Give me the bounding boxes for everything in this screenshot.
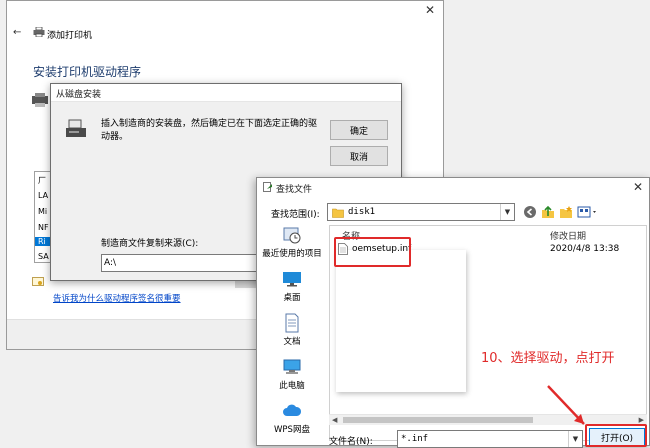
ok-button[interactable]: 确定: [330, 120, 388, 140]
dialog-title: 查找文件: [276, 185, 313, 195]
place-label: 桌面: [283, 293, 301, 303]
column-header-date[interactable]: 修改日期: [550, 229, 586, 242]
place-recent[interactable]: 最近使用的项目: [259, 225, 325, 259]
file-date: 2020/4/8 13:38: [550, 244, 620, 254]
find-file-dialog: 查找文件 ✕ 查找范围(I): disk1 ▼ 最近使用的项目 桌面 文档 此电…: [256, 177, 650, 448]
file-list[interactable]: 名称 修改日期 oemsetup.inf 2020/4/8 13:38: [329, 225, 647, 441]
cloud-icon: [283, 404, 302, 416]
close-icon[interactable]: ✕: [425, 3, 435, 17]
file-name-label: 文件名(N):: [329, 437, 373, 447]
dialog-message: 插入制造商的安装盘，然后确定已在下面选定正确的驱动器。: [101, 119, 318, 142]
new-folder-icon[interactable]: [559, 205, 573, 219]
cancel-button[interactable]: 取消: [330, 146, 388, 166]
printer-icon: [33, 27, 45, 37]
documents-icon: [285, 313, 299, 333]
file-name-value: *.inf: [401, 434, 429, 444]
scrollbar-thumb[interactable]: [343, 417, 533, 423]
certificate-icon: [32, 277, 44, 286]
highlight-box: [334, 237, 411, 267]
close-icon[interactable]: ✕: [633, 180, 643, 194]
place-documents[interactable]: 文档: [259, 313, 325, 347]
copy-from-label: 制造商文件复制来源(C):: [101, 239, 199, 249]
look-in-select[interactable]: disk1 ▼: [327, 203, 515, 221]
up-folder-icon[interactable]: [541, 205, 555, 219]
button-edge: [235, 280, 257, 288]
list-item[interactable]: Mi: [38, 207, 47, 216]
printer-driver-icon: [32, 93, 48, 107]
list-item[interactable]: NF: [38, 223, 49, 232]
place-wps-cloud[interactable]: WPS网盘: [259, 401, 325, 435]
highlight-box: [585, 424, 647, 447]
place-label: WPS网盘: [274, 425, 310, 435]
places-bar: 最近使用的项目 桌面 文档 此电脑 WPS网盘: [259, 225, 325, 447]
recent-icon: [283, 227, 301, 244]
dialog-titlebar: 从磁盘安装: [51, 84, 401, 102]
place-computer[interactable]: 此电脑: [259, 357, 325, 391]
wizard-heading: 安装打印机驱动程序: [33, 65, 142, 79]
list-overlay-panel: [336, 250, 466, 392]
look-in-value: disk1: [348, 207, 376, 217]
back-icon[interactable]: [523, 205, 537, 219]
list-item[interactable]: LA: [38, 191, 48, 200]
file-search-icon: [263, 182, 272, 192]
dialog-title: 从磁盘安装: [56, 90, 102, 100]
file-name-input[interactable]: *.inf ▼: [397, 430, 583, 448]
list-item[interactable]: 厂: [38, 175, 46, 186]
view-menu-icon[interactable]: [577, 205, 599, 219]
disk-drive-icon: [66, 119, 86, 137]
wizard-title: 添加打印机: [47, 31, 93, 41]
look-in-label: 查找范围(I):: [271, 210, 320, 220]
dialog-titlebar: 查找文件 ✕: [257, 178, 649, 198]
chevron-down-icon[interactable]: ▼: [500, 204, 514, 220]
back-arrow-icon[interactable]: ←: [13, 27, 21, 38]
place-label: 最近使用的项目: [262, 249, 322, 259]
computer-icon: [283, 359, 301, 374]
annotation-arrow-icon: [547, 385, 585, 425]
copy-from-input[interactable]: A:\: [101, 254, 259, 272]
driver-signing-link[interactable]: 告诉我为什么驱动程序签名很重要: [53, 292, 181, 304]
folder-icon: [332, 208, 344, 218]
place-desktop[interactable]: 桌面: [259, 269, 325, 303]
place-label: 此电脑: [279, 381, 305, 391]
annotation-text: 10、选择驱动，点打开: [481, 351, 615, 366]
scroll-right-icon[interactable]: ▶: [639, 416, 644, 424]
scroll-left-icon[interactable]: ◀: [332, 416, 337, 424]
chevron-down-icon[interactable]: ▼: [568, 431, 582, 447]
list-item[interactable]: SA: [38, 252, 49, 261]
desktop-icon: [283, 272, 301, 287]
place-label: 文档: [283, 337, 301, 347]
